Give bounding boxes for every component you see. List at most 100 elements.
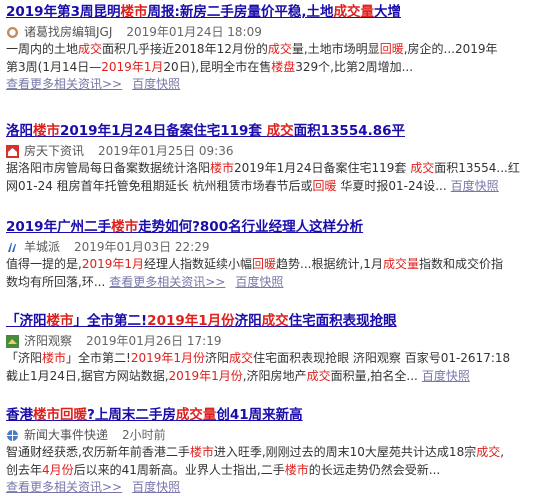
highlight-text: 成交 (229, 351, 254, 365)
highlight-text: 成交 (266, 123, 294, 139)
text-segment: 进入旺季,刚刚过去的周末10大屋苑共计达成18宗 (213, 445, 477, 459)
text-segment: 截止1月24日,据官方网站数据, (6, 368, 169, 383)
result-title-link[interactable]: 洛阳楼市2019年1月24日备案住宅119套 成交面积13554.86平 (6, 121, 554, 141)
result-snippet: 值得一提的是,2019年1月经理人指数延续小幅回暖趋势...根据统计,1月成交量… (6, 256, 554, 291)
text-segment: 的长远走势仍然会受新... (308, 462, 441, 477)
baidu-snapshot-link[interactable]: 百度快照 (132, 77, 180, 91)
result-title-link[interactable]: 2019年广州二手楼市走势如何?800名行业经理人这样分析 (6, 217, 554, 237)
result-title-link[interactable]: 香港楼市回暖?上周末二手房成交量创41周来新高 (6, 405, 554, 425)
highlight-text: 楼市 (120, 4, 148, 20)
text-segment: 后以来的41周新高。业界人士指出,二手 (73, 462, 285, 477)
text-segment: 2019年广州二手 (6, 219, 112, 235)
result-snippet: 一周内的土地成交面积几乎接近2018年12月份的成交量,土地市场明显回暖,房企的… (6, 41, 554, 94)
highlight-text: 楼市 (46, 313, 74, 329)
text-segment: 趋势...根据统计,1月 (276, 257, 383, 271)
baidu-snapshot-link[interactable]: 百度快照 (235, 275, 283, 289)
text-segment: 住宅面积表现抢眼 (288, 313, 397, 329)
result-date: 2019年01月03日 22:29 (74, 240, 210, 254)
text-segment: 一周内的土地 (6, 42, 79, 56)
text-segment: ,房企的...2019年 (403, 42, 498, 56)
highlight-text: 2019年1月 (101, 59, 164, 74)
news-globe-icon (6, 429, 19, 442)
result-date: 2019年01月25日 09:36 (98, 144, 234, 158)
highlight-text: 成交 (306, 368, 331, 383)
highlight-text: 回暖 (252, 257, 277, 271)
result-source: 诸葛找房编辑JGJ (24, 25, 113, 39)
search-result: 2019年第3周昆明楼市周报:新房二手房量价平稳,土地成交量大增 诸葛找房编辑JG… (6, 2, 554, 94)
result-date: 2019年01月24日 18:09 (126, 25, 262, 39)
highlight-text: 成交 (476, 445, 501, 459)
text-segment: 洛阳 (6, 123, 33, 139)
highlight-text: 楼市 (42, 351, 67, 365)
search-result: 2019年广州二手楼市走势如何?800名行业经理人这样分析 羊城派 2019年01月… (6, 217, 554, 291)
text-segment: 面积量,拍名全... (330, 368, 418, 383)
result-title-link[interactable]: 2019年第3周昆明楼市周报:新房二手房量价平稳,土地成交量大增 (6, 2, 554, 22)
result-snippet: 智通财经获悉,农历新年前香港二手楼市进入旺季,刚刚过去的周末10大屋苑共计达成1… (6, 444, 554, 497)
highlight-text: 2019年1月份 (147, 313, 235, 329)
highlight-text: 楼市 (284, 462, 309, 477)
highlight-text: 楼市回暖 (33, 407, 87, 423)
text-segment: 2019年1月24日备案住宅119套 (234, 161, 411, 175)
highlight-text: 成交量 (175, 407, 217, 423)
highlight-text: 楼市 (210, 161, 235, 175)
clock-circle-icon (6, 26, 19, 39)
result-date: 2019年01月26日 17:19 (86, 334, 222, 348)
result-meta: 房天下资讯 2019年01月25日 09:36 (6, 142, 554, 160)
yangcheng-logo-icon (6, 241, 19, 254)
more-news-link[interactable]: 查看更多相关资讯>> (6, 480, 122, 494)
result-snippet: 「济阳楼市」全市第二!2019年1月份济阳成交住宅面积表现抢眼 济阳观察 百家号… (6, 350, 554, 385)
text-segment: 「济阳 (6, 313, 47, 329)
search-result: 「济阳楼市」全市第二!2019年1月份济阳成交住宅面积表现抢眼 济阳观察 2019年… (6, 311, 554, 385)
text-segment: ?上周末二手房 (87, 407, 176, 423)
text-segment: 创41周来新高 (216, 407, 303, 423)
text-segment: 」全市第二! (73, 313, 148, 329)
text-segment: 创去年 (6, 462, 43, 477)
highlight-text: 2019年1月 (81, 257, 145, 271)
result-source: 济阳观察 (24, 334, 73, 348)
more-news-link[interactable]: 查看更多相关资讯>> (6, 77, 122, 91)
text-segment: 住宅面积表现抢眼 济阳观察 百家号01-2617:18 (253, 351, 511, 365)
text-segment: 走势如何?800名行业经理人这样分析 (138, 219, 364, 235)
highlight-text: 楼市 (111, 219, 139, 235)
text-segment: 329个,比第2周增加... (295, 59, 414, 74)
highlight-text: 成交 (267, 42, 292, 56)
text-segment: 面积几乎接近2018年12月份的 (102, 42, 268, 56)
search-result: 洛阳楼市2019年1月24日备案住宅119套 成交面积13554.86平 房天下资… (6, 121, 554, 195)
text-segment: 华夏时报01-24设... (336, 178, 447, 193)
highlight-text: 4月份 (42, 462, 74, 477)
highlight-text: 成交量 (333, 4, 375, 20)
result-meta: 羊城派 2019年01月03日 22:29 (6, 238, 554, 256)
text-segment: , (500, 445, 505, 459)
text-segment: 大增 (374, 4, 401, 20)
highlight-text: 成交 (78, 42, 103, 56)
text-segment: 智通财经获悉,农历新年前香港二手 (6, 445, 190, 459)
baidu-snapshot-link[interactable]: 百度快照 (132, 480, 180, 494)
result-source: 新闻大事件快递 (24, 428, 109, 442)
text-segment: 面积13554.86平 (293, 123, 406, 139)
result-source: 房天下资讯 (24, 144, 85, 158)
text-segment: 」全市第二! (66, 351, 131, 365)
text-segment: 2019年1月24日备案住宅119套 (60, 123, 267, 139)
baidu-snapshot-link[interactable]: 百度快照 (422, 369, 470, 383)
highlight-text: 楼市 (33, 123, 60, 139)
result-snippet: 据洛阳市房管局每日备案数据统计洛阳楼市2019年1月24日备案住宅119套 成交… (6, 160, 554, 195)
result-meta: 诸葛找房编辑JGJ 2019年01月24日 18:09 (6, 23, 554, 41)
text-segment: 面积13554...红 (434, 161, 520, 175)
text-segment: 周报:新房二手房量价平稳,土地 (147, 4, 334, 20)
text-segment: 20日),昆明全市在售 (163, 59, 272, 74)
result-title-link[interactable]: 「济阳楼市」全市第二!2019年1月份济阳成交住宅面积表现抢眼 (6, 311, 554, 331)
highlight-text: 回暖 (379, 42, 404, 56)
more-news-link[interactable]: 查看更多相关资讯>> (109, 275, 225, 289)
text-segment: 值得一提的是, (6, 257, 82, 271)
text-segment: 据洛阳市房管局每日备案数据统计洛阳 (6, 161, 211, 175)
highlight-text: 成交 (410, 161, 435, 175)
highlight-text: 回暖 (312, 178, 337, 193)
text-segment: 济阳 (205, 351, 230, 365)
result-date: 2小时前 (122, 428, 166, 442)
result-meta: 新闻大事件快递 2小时前 (6, 426, 554, 444)
house-icon (6, 144, 19, 158)
baidu-snapshot-link[interactable]: 百度快照 (451, 179, 499, 193)
highlight-text: 2019年1月份 (168, 368, 243, 383)
highlight-text: 楼市 (189, 445, 214, 459)
result-meta: 济阳观察 2019年01月26日 17:19 (6, 332, 554, 350)
